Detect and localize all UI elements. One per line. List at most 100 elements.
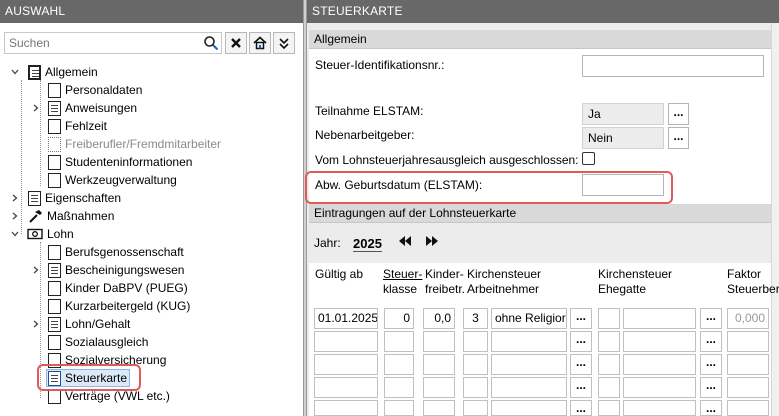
row5-kirche-code[interactable] bbox=[463, 400, 488, 416]
document-icon bbox=[48, 334, 61, 350]
tree-item-label: Kinder DaBPV (PUEG) bbox=[65, 281, 188, 295]
tree-item-massnahmen[interactable]: Maßnahmen bbox=[10, 207, 114, 225]
row3-kirche-text[interactable] bbox=[491, 354, 567, 375]
row1-kirche-code[interactable]: 3 bbox=[463, 308, 488, 329]
tree-item-sozialausgleich[interactable]: Sozialausgleich bbox=[48, 333, 148, 351]
row1-kirche-eg-lookup-button[interactable]: ... bbox=[700, 308, 722, 329]
selection-panel: AUSWAHL Allgemein Personaldaten bbox=[0, 0, 304, 416]
row5-kirche-an-lookup-button[interactable]: ... bbox=[570, 400, 592, 416]
tree-item-werkzeugverwaltung[interactable]: Werkzeugverwaltung bbox=[48, 171, 177, 189]
document-icon bbox=[48, 154, 61, 170]
chevron-right-icon[interactable] bbox=[31, 103, 41, 113]
document-icon bbox=[48, 82, 61, 98]
row4-kinderfreibetrag[interactable] bbox=[423, 377, 455, 398]
row5-steuerklasse[interactable] bbox=[384, 400, 414, 416]
tree-line bbox=[40, 80, 41, 186]
row5-kirche-eg-lookup-button[interactable]: ... bbox=[700, 400, 722, 416]
row3-kirche-eg-text[interactable] bbox=[623, 354, 696, 375]
year-value[interactable]: 2025 bbox=[353, 236, 382, 252]
row5-kirche-eg-text[interactable] bbox=[623, 400, 696, 416]
tree-item-allgemein[interactable]: Allgemein bbox=[10, 63, 98, 81]
row4-kirche-code[interactable] bbox=[463, 377, 488, 398]
tree-item-lohn[interactable]: Lohn bbox=[10, 225, 74, 243]
tree-item-eigenschaften[interactable]: Eigenschaften bbox=[10, 189, 121, 207]
tree-item-label: Bescheinigungswesen bbox=[65, 263, 185, 277]
row2-kirche-code[interactable] bbox=[463, 331, 488, 352]
row2-faktor[interactable] bbox=[727, 331, 769, 352]
stacked-documents-icon bbox=[48, 100, 61, 116]
tree-item-label: Kurzarbeitergeld (KUG) bbox=[65, 299, 191, 313]
steuer-id-field[interactable] bbox=[582, 55, 764, 77]
double-arrow-left-icon bbox=[399, 236, 411, 246]
chevron-right-icon[interactable] bbox=[31, 265, 41, 275]
row5-kinderfreibetrag[interactable] bbox=[423, 400, 455, 416]
row3-gueltig-ab[interactable] bbox=[314, 354, 378, 375]
tree-item-kinder-dabpv[interactable]: Kinder DaBPV (PUEG) bbox=[48, 279, 188, 297]
search-icon[interactable] bbox=[203, 35, 219, 51]
row3-steuerklasse[interactable] bbox=[384, 354, 414, 375]
row2-kirche-eg-lookup-button[interactable]: ... bbox=[700, 331, 722, 352]
row2-gueltig-ab[interactable] bbox=[314, 331, 378, 352]
search-field[interactable] bbox=[4, 32, 222, 54]
tree-item-kurzarbeitergeld[interactable]: Kurzarbeitergeld (KUG) bbox=[48, 297, 190, 315]
chevron-down-icon[interactable] bbox=[10, 229, 20, 239]
previous-year-button[interactable] bbox=[398, 235, 412, 250]
row4-kirche-an-lookup-button[interactable]: ... bbox=[570, 377, 592, 398]
chevron-down-icon[interactable] bbox=[10, 67, 20, 77]
next-year-button[interactable] bbox=[425, 235, 439, 250]
row2-kirche-text[interactable] bbox=[491, 331, 567, 352]
row2-kirche-an-lookup-button[interactable]: ... bbox=[570, 331, 592, 352]
row4-kirche-eg-code[interactable] bbox=[598, 377, 620, 398]
lsj-ausgleich-checkbox[interactable] bbox=[582, 152, 595, 165]
row4-kirche-eg-lookup-button[interactable]: ... bbox=[700, 377, 722, 398]
tree-item-label: Studenteninformationen bbox=[65, 155, 193, 169]
row4-gueltig-ab[interactable] bbox=[314, 377, 378, 398]
row3-kirche-eg-lookup-button[interactable]: ... bbox=[700, 354, 722, 375]
tax-card-title: STEUERKARTE bbox=[307, 0, 779, 23]
tree-item-bescheinigungswesen[interactable]: Bescheinigungswesen bbox=[31, 261, 184, 279]
row3-kirche-eg-code[interactable] bbox=[598, 354, 620, 375]
clear-search-button[interactable] bbox=[225, 32, 247, 54]
col-kirchensteuer-eg: Kirchensteuer Ehegatte bbox=[598, 267, 672, 297]
tree-item-freiberufler[interactable]: Freiberufler/Fremdmitarbeiter bbox=[48, 135, 221, 153]
row1-kinderfreibetrag[interactable]: 0,0 bbox=[423, 308, 455, 329]
row1-faktor[interactable]: 0,000 bbox=[727, 308, 769, 329]
tree-item-label: Fehlzeit bbox=[65, 119, 108, 133]
tree-item-lohn-gehalt[interactable]: Lohn/Gehalt bbox=[31, 315, 130, 333]
row3-kirche-an-lookup-button[interactable]: ... bbox=[570, 354, 592, 375]
row3-kinderfreibetrag[interactable] bbox=[423, 354, 455, 375]
chevron-right-icon[interactable] bbox=[10, 193, 20, 203]
row1-gueltig-ab[interactable]: 01.01.2025 bbox=[314, 308, 378, 329]
tree-item-studenteninformationen[interactable]: Studenteninformationen bbox=[48, 153, 192, 171]
elstam-lookup-button[interactable]: ... bbox=[668, 103, 689, 125]
search-input[interactable] bbox=[5, 33, 195, 53]
row5-kirche-eg-code[interactable] bbox=[598, 400, 620, 416]
row1-kirche-eg-code[interactable] bbox=[598, 308, 620, 329]
collapse-button[interactable] bbox=[273, 32, 295, 54]
row3-kirche-code[interactable] bbox=[463, 354, 488, 375]
chevron-right-icon[interactable] bbox=[31, 319, 41, 329]
row4-faktor[interactable] bbox=[727, 377, 769, 398]
row1-kirche-an-lookup-button[interactable]: ... bbox=[570, 308, 592, 329]
row5-faktor[interactable] bbox=[727, 400, 769, 416]
row3-faktor[interactable] bbox=[727, 354, 769, 375]
chevron-right-icon[interactable] bbox=[10, 211, 20, 221]
row2-steuerklasse[interactable] bbox=[384, 331, 414, 352]
row4-kirche-eg-text[interactable] bbox=[623, 377, 696, 398]
row1-steuerklasse[interactable]: 0 bbox=[384, 308, 414, 329]
row2-kirche-eg-code[interactable] bbox=[598, 331, 620, 352]
row4-kirche-text[interactable] bbox=[491, 377, 567, 398]
row5-gueltig-ab[interactable] bbox=[314, 400, 378, 416]
col-kirche-eg-line2: Ehegatte bbox=[598, 282, 647, 296]
nebenarbeitgeber-lookup-button[interactable]: ... bbox=[668, 127, 689, 149]
row2-kirche-eg-text[interactable] bbox=[623, 331, 696, 352]
tree-item-berufsgenossenschaft[interactable]: Berufsgenossenschaft bbox=[48, 243, 184, 261]
tree-item-anweisungen[interactable]: Anweisungen bbox=[31, 99, 137, 117]
row5-kirche-text[interactable] bbox=[491, 400, 567, 416]
tree-item-personaldaten[interactable]: Personaldaten bbox=[48, 81, 142, 99]
row4-steuerklasse[interactable] bbox=[384, 377, 414, 398]
vertical-scrollbar[interactable] bbox=[771, 23, 779, 416]
tree-item-fehlzeit[interactable]: Fehlzeit bbox=[48, 117, 107, 135]
home-button[interactable] bbox=[249, 32, 271, 54]
row2-kinderfreibetrag[interactable] bbox=[423, 331, 455, 352]
